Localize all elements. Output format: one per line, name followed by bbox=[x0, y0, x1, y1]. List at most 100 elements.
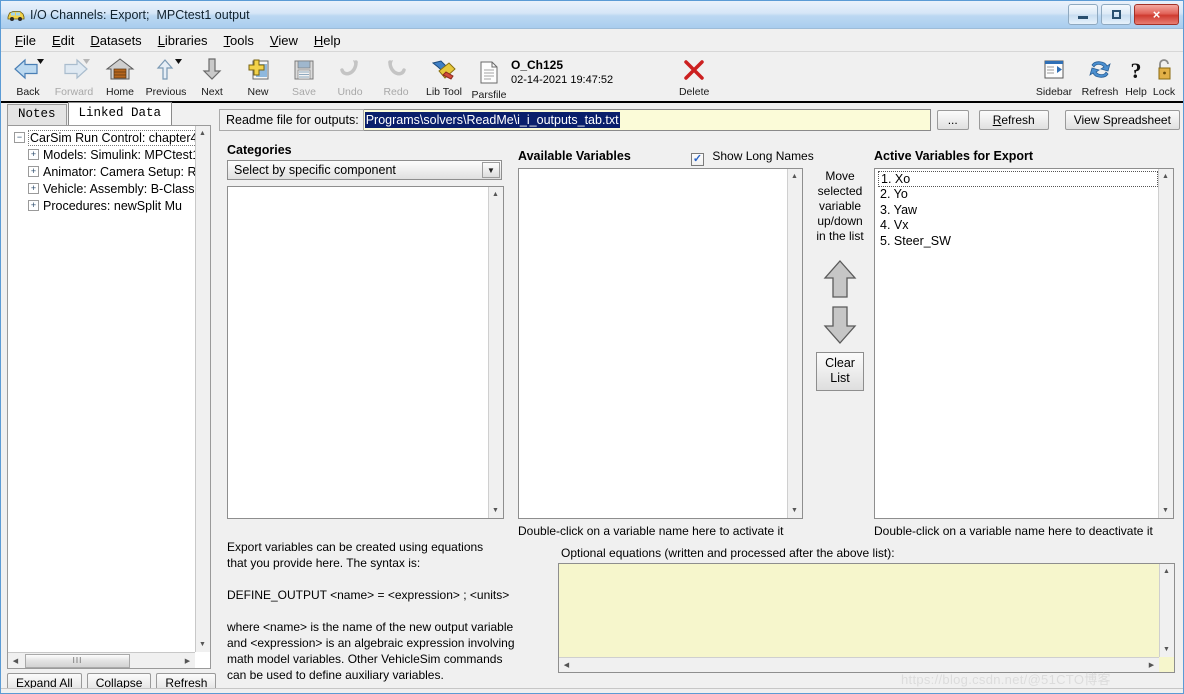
menu-edit[interactable]: Edit bbox=[44, 32, 82, 49]
list-item[interactable]: 5. Steer_SW bbox=[878, 234, 1158, 250]
tree-item-vehicle[interactable]: + Vehicle: Assembly: B-Class bbox=[14, 180, 195, 197]
scroll-thumb[interactable]: III bbox=[25, 653, 130, 668]
up-arrow-icon bbox=[149, 55, 183, 85]
toolbar-back-button[interactable]: Back bbox=[5, 52, 51, 102]
tree-item-label: Models: Simulink: MPCtest1 bbox=[43, 147, 195, 162]
scroll-up-icon[interactable]: ▲ bbox=[195, 126, 210, 141]
tree-vertical-scrollbar[interactable]: ▲ ▼ bbox=[195, 126, 210, 652]
scroll-right-icon[interactable]: ▶ bbox=[180, 653, 195, 668]
scroll-down-icon[interactable]: ▼ bbox=[488, 503, 503, 518]
list-item[interactable]: 4. Vx bbox=[878, 218, 1158, 234]
collapse-icon[interactable]: − bbox=[14, 132, 25, 143]
view-spreadsheet-button[interactable]: View Spreadsheet bbox=[1064, 110, 1180, 130]
expand-icon[interactable]: + bbox=[28, 149, 39, 160]
tab-linked-data[interactable]: Linked Data bbox=[67, 102, 173, 125]
tab-notes[interactable]: Notes bbox=[7, 104, 67, 125]
available-variables-scrollbar[interactable]: ▲ ▼ bbox=[787, 169, 802, 518]
maximize-button[interactable] bbox=[1101, 4, 1131, 25]
toolbar-parsfile-group[interactable]: Parsfile O_Ch125 02-14-2021 19:47:52 bbox=[469, 52, 613, 105]
scroll-up-icon[interactable]: ▲ bbox=[488, 187, 503, 202]
show-long-names-row[interactable]: ✓ Show Long Names bbox=[691, 149, 814, 166]
expand-icon[interactable]: + bbox=[28, 183, 39, 194]
active-variables-listbox[interactable]: 1. Xo 2. Yo 3. Yaw 4. Vx 5. Steer_SW ▲ ▼ bbox=[874, 168, 1174, 519]
toolbar: Back Forward Home Previous Next New Save… bbox=[1, 51, 1183, 103]
minimize-button[interactable] bbox=[1068, 4, 1098, 25]
toolbar-previous-button[interactable]: Previous bbox=[143, 52, 189, 102]
readme-refresh-button[interactable]: Refresh bbox=[978, 110, 1049, 130]
toolbar-refresh-label: Refresh bbox=[1081, 86, 1119, 98]
tree-item-label: Vehicle: Assembly: B-Class bbox=[43, 181, 195, 196]
dataset-tree[interactable]: − CarSim Run Control: chapter4 + Models:… bbox=[8, 126, 195, 652]
toolbar-delete-button[interactable]: Delete bbox=[671, 52, 717, 102]
menu-file[interactable]: File bbox=[7, 32, 44, 49]
readme-file-input[interactable]: Programs\solvers\ReadMe\i_i_outputs_tab.… bbox=[363, 109, 931, 131]
categories-listbox[interactable]: ▲ ▼ bbox=[227, 186, 504, 519]
toolbar-next-button[interactable]: Next bbox=[189, 52, 235, 102]
menu-view[interactable]: View bbox=[262, 32, 306, 49]
toolbar-lib-tool-label: Lib Tool bbox=[425, 86, 462, 98]
toolbar-forward-button[interactable]: Forward bbox=[51, 52, 97, 102]
toolbar-parsfile-button[interactable]: Parsfile bbox=[469, 55, 509, 105]
scroll-up-icon[interactable]: ▲ bbox=[1158, 169, 1173, 184]
move-up-button[interactable] bbox=[822, 258, 858, 300]
tree-item-carsim-run-control[interactable]: − CarSim Run Control: chapter4 bbox=[14, 129, 195, 146]
toolbar-new-button[interactable]: New bbox=[235, 52, 281, 102]
scroll-up-icon[interactable]: ▲ bbox=[1159, 564, 1174, 579]
linked-data-tree-panel: − CarSim Run Control: chapter4 + Models:… bbox=[7, 125, 211, 669]
minimize-icon bbox=[1078, 16, 1088, 19]
optional-equations-vertical-scrollbar[interactable]: ▲ ▼ bbox=[1159, 564, 1174, 657]
tree-item-animator[interactable]: + Animator: Camera Setup: R bbox=[14, 163, 195, 180]
home-icon bbox=[105, 55, 135, 85]
scroll-down-icon[interactable]: ▼ bbox=[1159, 642, 1174, 657]
toolbar-save-button[interactable]: Save bbox=[281, 52, 327, 102]
show-long-names-checkbox[interactable]: ✓ bbox=[691, 153, 704, 166]
scroll-left-icon[interactable]: ◀ bbox=[559, 658, 574, 673]
list-item[interactable]: 2. Yo bbox=[878, 187, 1158, 203]
toolbar-refresh-button[interactable]: Refresh bbox=[1077, 52, 1123, 102]
scroll-down-icon[interactable]: ▼ bbox=[1158, 503, 1173, 518]
expand-icon[interactable]: + bbox=[28, 200, 39, 211]
menu-datasets[interactable]: Datasets bbox=[82, 32, 149, 49]
close-button[interactable]: × bbox=[1134, 4, 1179, 25]
tree-horizontal-scrollbar[interactable]: ◀ III ▶ bbox=[8, 652, 195, 668]
menu-tools[interactable]: Tools bbox=[216, 32, 262, 49]
toolbar-back-label: Back bbox=[16, 86, 40, 98]
list-item[interactable]: 1. Xo bbox=[878, 171, 1158, 187]
toolbar-sidebar-button[interactable]: Sidebar bbox=[1031, 52, 1077, 102]
scroll-down-icon[interactable]: ▼ bbox=[787, 503, 802, 518]
active-variables-scrollbar[interactable]: ▲ ▼ bbox=[1158, 169, 1173, 518]
move-down-button[interactable] bbox=[822, 304, 858, 346]
tree-item-models[interactable]: + Models: Simulink: MPCtest1 bbox=[14, 146, 195, 163]
available-variables-listbox[interactable]: ▲ ▼ bbox=[518, 168, 803, 519]
toolbar-home-button[interactable]: Home bbox=[97, 52, 143, 102]
toolbar-lock-button[interactable]: Lock bbox=[1149, 52, 1179, 102]
tree-item-procedures[interactable]: + Procedures: newSplit Mu bbox=[14, 197, 195, 214]
chevron-down-icon[interactable]: ▼ bbox=[482, 162, 500, 178]
toolbar-redo-button[interactable]: Redo bbox=[373, 52, 419, 102]
close-icon: × bbox=[1152, 7, 1161, 22]
menu-help[interactable]: Help bbox=[306, 32, 349, 49]
io-channels-export-window: I/O Channels: Export; MPCtest1 output × … bbox=[0, 0, 1184, 694]
toolbar-lib-tool-button[interactable]: Lib Tool bbox=[419, 52, 469, 102]
scroll-down-icon[interactable]: ▼ bbox=[195, 637, 210, 652]
tab-notes-label: Notes bbox=[18, 107, 56, 121]
categories-scrollbar[interactable]: ▲ ▼ bbox=[488, 187, 503, 518]
categories-selected-value: Select by specific component bbox=[234, 163, 396, 177]
parsfile-document-icon bbox=[478, 58, 500, 88]
refresh-icon bbox=[1086, 55, 1114, 85]
toolbar-right-group: Sidebar Refresh ? Help Lock bbox=[1031, 52, 1179, 102]
list-item[interactable]: 3. Yaw bbox=[878, 203, 1158, 219]
readme-browse-button[interactable]: ... bbox=[936, 110, 969, 130]
optional-equations-text[interactable] bbox=[559, 564, 1159, 657]
toolbar-undo-button[interactable]: Undo bbox=[327, 52, 373, 102]
menu-libraries[interactable]: Libraries bbox=[150, 32, 216, 49]
scroll-up-icon[interactable]: ▲ bbox=[787, 169, 802, 184]
scroll-left-icon[interactable]: ◀ bbox=[8, 653, 23, 668]
scroll-right-icon[interactable]: ▶ bbox=[1144, 658, 1159, 673]
clear-list-button[interactable]: Clear List bbox=[816, 352, 864, 391]
optional-equations-field[interactable]: ▲ ▼ ◀ ▶ bbox=[558, 563, 1175, 673]
expand-icon[interactable]: + bbox=[28, 166, 39, 177]
categories-dropdown[interactable]: Select by specific component ▼ bbox=[227, 160, 502, 180]
toolbar-help-button[interactable]: ? Help bbox=[1123, 52, 1149, 102]
toolbar-home-label: Home bbox=[105, 86, 134, 98]
